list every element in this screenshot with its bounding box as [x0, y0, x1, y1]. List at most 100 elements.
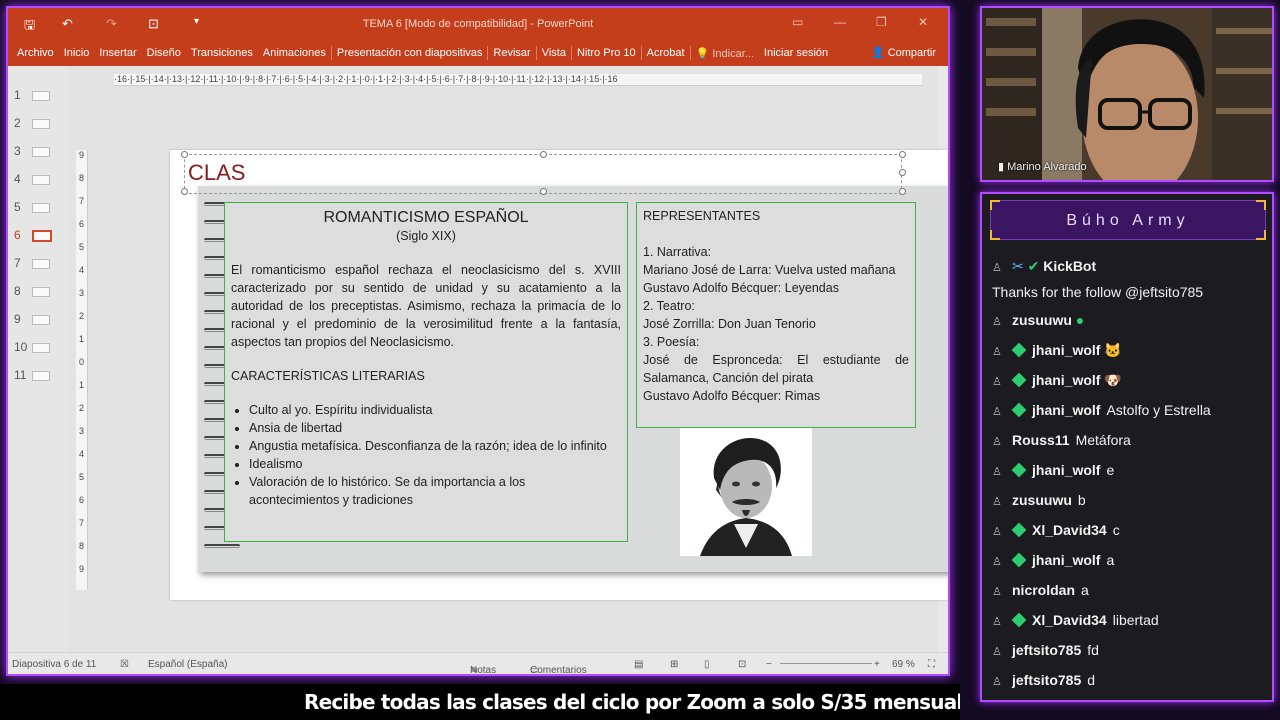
resize-handle[interactable] [899, 188, 906, 195]
horizontal-ruler: ·16·|·15·|·14·|·13·|·12·|·11·|·10·|·9·|·… [114, 74, 922, 86]
tab-nitro[interactable]: Nitro Pro 10 [572, 47, 641, 59]
share-button[interactable]: 👤 Compartir [871, 46, 936, 59]
normal-view-icon[interactable]: ▤ [634, 659, 643, 670]
tab-vista[interactable]: Vista [537, 47, 571, 59]
thumbnail-slide-1[interactable]: 1 [12, 88, 62, 104]
fit-to-window-icon[interactable]: ⛶ [928, 659, 935, 670]
chat-username[interactable]: jeftsito785 [1012, 642, 1081, 658]
tab-presentacion[interactable]: Presentación con diapositivas [332, 47, 488, 59]
thumbnail-slide-9[interactable]: 9 [12, 312, 62, 328]
section-subheading: (Siglo XIX) [396, 229, 456, 243]
thumbnail-slide-2[interactable]: 2 [12, 116, 62, 132]
list-item: Idealismo [249, 455, 619, 473]
tab-insertar[interactable]: Insertar [94, 47, 141, 59]
zoom-level[interactable]: 69 % [892, 659, 915, 670]
status-bar: Diapositiva 6 de 11 ☒ Español (España) ≐… [8, 652, 948, 674]
representatives-textbox[interactable]: REPRESENTANTES 1. Narrativa: Mariano Jos… [636, 202, 916, 428]
tab-animaciones[interactable]: Animaciones [258, 47, 331, 59]
chat-username[interactable]: jhani_wolf [1032, 552, 1100, 568]
chat-username[interactable]: jeftsito785 [1012, 672, 1081, 688]
minimize-icon[interactable]: — [834, 15, 846, 29]
resize-handle[interactable] [899, 169, 906, 176]
chat-message: ♙ zusuuwu b [992, 492, 1268, 514]
chat-text: libertad [1112, 612, 1159, 628]
tab-acrobat[interactable]: Acrobat [642, 47, 690, 59]
chat-message: ♙ jhani_wolf e [992, 462, 1268, 484]
chat-title: Búho Army [1066, 212, 1190, 229]
share-label: Compartir [887, 47, 936, 59]
characteristics-list: Culto al yo. Espíritu individualista Ans… [249, 401, 619, 509]
maximize-icon[interactable]: ❐ [876, 15, 887, 29]
chat-header: Búho Army [990, 200, 1266, 240]
tab-diseno[interactable]: Diseño [142, 47, 186, 59]
current-slide[interactable]: CLAS ROMANTICISMO ESPAÑOL (Siglo XIX) El… [170, 150, 948, 600]
tab-archivo[interactable]: Archivo [12, 47, 59, 59]
chat-username[interactable]: Xl_David34 [1032, 522, 1107, 538]
chat-message: ♙ Rouss11 Metáfora [992, 432, 1268, 454]
resize-handle[interactable] [899, 151, 906, 158]
chat-text: fd [1087, 642, 1099, 658]
thumbnail-slide-4[interactable]: 4 [12, 172, 62, 188]
thumbnail-slide-11[interactable]: 11 [12, 368, 62, 384]
thumbnail-slide-5[interactable]: 5 [12, 200, 62, 216]
user-icon: ♙ [992, 376, 1002, 388]
ribbon-options-icon[interactable]: ▭ [792, 15, 803, 29]
ruler-tick: 9 [78, 150, 84, 160]
zoom-in-icon[interactable]: + [874, 659, 880, 670]
chat-message: ♙ jhani_wolf a [992, 552, 1268, 574]
thumbnail-slide-7[interactable]: 7 [12, 256, 62, 272]
tab-transiciones[interactable]: Transiciones [186, 47, 258, 59]
ruler-tick: 1 [78, 334, 84, 344]
lightbulb-icon: 💡 [695, 47, 710, 60]
zoom-out-icon[interactable]: − [766, 659, 772, 670]
chat-username[interactable]: nicroldan [1012, 582, 1075, 598]
chat-username[interactable]: jhani_wolf [1032, 342, 1100, 358]
user-icon: ♙ [992, 466, 1002, 478]
romanticism-textbox[interactable]: ROMANTICISMO ESPAÑOL (Siglo XIX) El roma… [224, 202, 628, 542]
slideshow-view-icon[interactable]: ⊡ [738, 659, 746, 670]
becquer-portrait-image[interactable] [680, 428, 812, 556]
thumbnail-slide-8[interactable]: 8 [12, 284, 62, 300]
thumbnail-slide-6[interactable]: 6 [12, 228, 62, 244]
chat-username[interactable]: KickBot [1043, 258, 1096, 274]
zoom-slider[interactable] [780, 663, 872, 664]
chat-username[interactable]: jhani_wolf [1032, 402, 1100, 418]
language-indicator[interactable]: Español (España) [148, 659, 228, 670]
chat-username[interactable]: jhani_wolf [1032, 462, 1100, 478]
thumbnail-slide-3[interactable]: 3 [12, 144, 62, 160]
tell-me-box[interactable]: 💡 Indicar... [691, 47, 759, 60]
thumbnail-number: 4 [14, 172, 21, 186]
thumbnail-preview [32, 119, 50, 129]
resize-handle[interactable] [540, 151, 547, 158]
chat-username[interactable]: zusuuwu [1012, 492, 1072, 508]
og-badge-icon [1011, 522, 1027, 538]
ruler-tick: 4 [78, 265, 84, 275]
user-icon: ♙ [992, 262, 1002, 274]
sign-in-link[interactable]: Iniciar sesión [759, 47, 833, 59]
resize-handle[interactable] [181, 151, 188, 158]
resize-handle[interactable] [540, 188, 547, 195]
list-item: Mariano José de Larra: Vuelva usted maña… [643, 263, 896, 277]
tab-inicio[interactable]: Inicio [59, 47, 95, 59]
chat-username[interactable]: zusuuwu [1012, 312, 1072, 328]
tab-revisar[interactable]: Revisar [488, 47, 535, 59]
spellcheck-icon[interactable]: ☒ [120, 659, 129, 670]
chat-username[interactable]: Rouss11 [1012, 432, 1070, 448]
close-icon[interactable]: ✕ [918, 15, 928, 29]
thumbnail-preview [32, 91, 50, 101]
thumbnail-number: 11 [14, 368, 27, 382]
reading-view-icon[interactable]: ▯ [704, 659, 710, 670]
user-icon: ♙ [992, 406, 1002, 418]
chat-username[interactable]: jhani_wolf [1032, 372, 1100, 388]
ruler-tick: 6 [78, 219, 84, 229]
chat-username[interactable]: Xl_David34 [1032, 612, 1107, 628]
ruler-tick: 6 [78, 495, 84, 505]
thumbnail-preview [32, 371, 50, 381]
resize-handle[interactable] [181, 188, 188, 195]
slide-sorter-icon[interactable]: ⊞ [670, 659, 678, 670]
thumbnail-slide-10[interactable]: 10 [12, 340, 62, 356]
thumbnail-number: 10 [14, 340, 28, 354]
ribbon-tabs: Archivo Inicio Insertar Diseño Transicio… [8, 40, 948, 66]
corner-decoration [990, 200, 1000, 210]
slide-title[interactable]: CLAS [188, 160, 245, 186]
